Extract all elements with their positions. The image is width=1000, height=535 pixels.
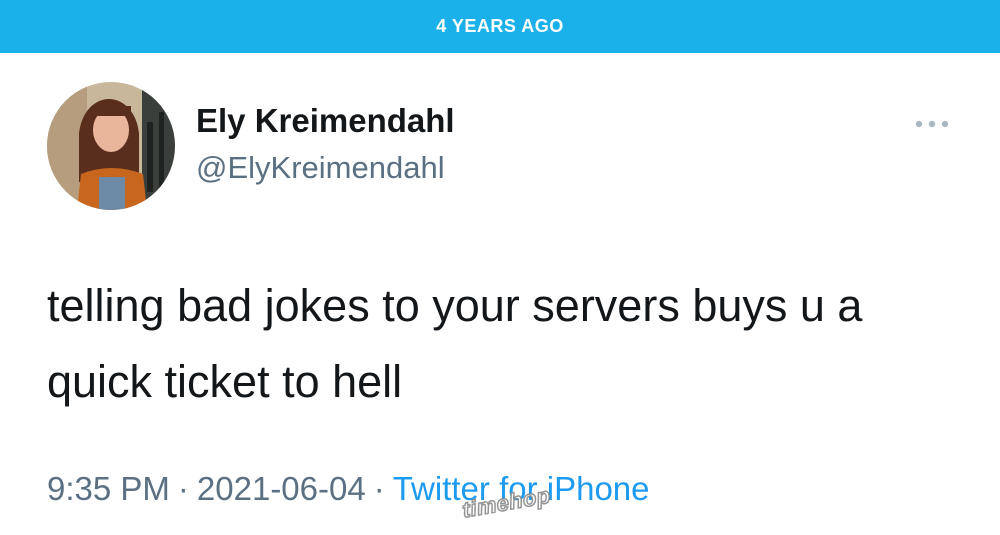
- separator: ·: [373, 470, 385, 507]
- separator: ·: [177, 470, 189, 507]
- author-display-name[interactable]: Ely Kreimendahl: [196, 102, 455, 140]
- more-dots-icon: [915, 120, 949, 128]
- tweet-text: telling bad jokes to your servers buys u…: [47, 280, 863, 407]
- tweet-time[interactable]: 9:35 PM: [47, 470, 170, 507]
- timehop-card: 4 YEARS AGO Ely Kreimendahl @ElyKreimend…: [0, 0, 1000, 535]
- top-banner: 4 YEARS AGO: [0, 0, 1000, 53]
- avatar-image: [47, 82, 175, 210]
- tweet-metadata: 9:35 PM · 2021-06-04 · Twitter for iPhone: [47, 470, 650, 508]
- author-handle[interactable]: @ElyKreimendahl: [196, 150, 445, 186]
- years-ago-label: 4 YEARS AGO: [436, 16, 564, 36]
- avatar[interactable]: [47, 82, 175, 210]
- tweet-date[interactable]: 2021-06-04: [197, 470, 366, 507]
- more-options-button[interactable]: [912, 112, 952, 136]
